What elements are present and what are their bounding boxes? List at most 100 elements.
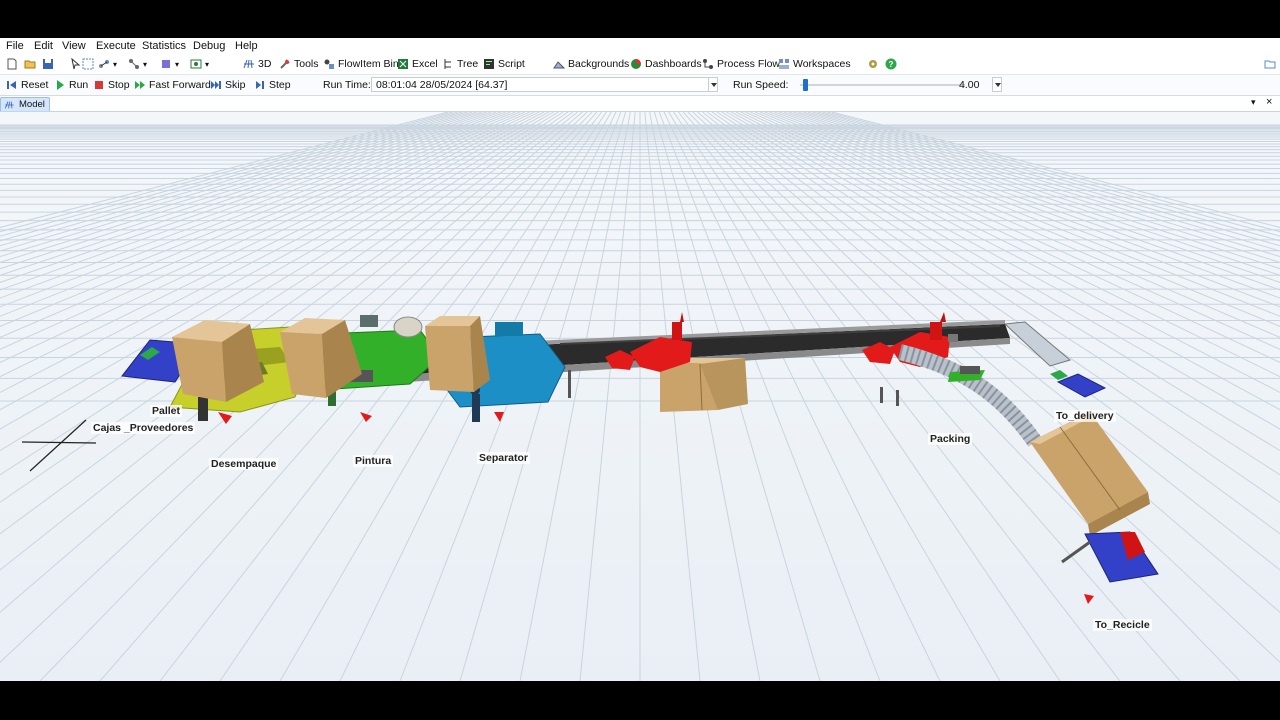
label-desempaque[interactable]: Desempaque xyxy=(209,458,279,470)
gear-icon xyxy=(869,60,877,68)
grid-3d-icon xyxy=(243,59,254,69)
box xyxy=(425,316,490,392)
excel-icon xyxy=(398,59,408,69)
backgrounds-button[interactable]: Backgrounds xyxy=(553,57,629,71)
tree-button[interactable]: Tree xyxy=(442,57,478,71)
layout-button[interactable] xyxy=(1264,57,1276,71)
dashboards-icon xyxy=(631,59,641,69)
menu-edit[interactable]: Edit xyxy=(34,40,53,52)
flowitem-bin-icon xyxy=(324,59,334,69)
flowitem-bin-button[interactable]: FlowItem Bin xyxy=(323,57,399,71)
menu-view[interactable]: View xyxy=(62,40,86,52)
label-to-recicle[interactable]: To_Recicle xyxy=(1093,619,1152,631)
excel-label: Excel xyxy=(412,58,438,70)
excel-button[interactable]: Excel xyxy=(397,57,438,71)
save-icon xyxy=(43,59,53,69)
tools-icon xyxy=(280,59,290,69)
chevron-down-icon: ▾ xyxy=(205,59,210,69)
svg-text:?: ? xyxy=(889,60,894,69)
script-label: Script xyxy=(498,58,525,70)
run-speed-slider-thumb[interactable] xyxy=(803,79,809,91)
process-flow-button[interactable]: Process Flow xyxy=(702,57,780,71)
3d-view-button[interactable]: 3D xyxy=(243,57,271,71)
model-3d-view[interactable]: Pallet Cajas _Proveedores Desempaque Pin… xyxy=(0,112,1280,681)
script-button[interactable]: Script xyxy=(483,57,525,71)
view-options-button[interactable]: ▾ xyxy=(190,57,209,71)
menu-debug[interactable]: Debug xyxy=(193,40,225,52)
network-button[interactable]: ▾ xyxy=(128,57,147,71)
model-scene xyxy=(0,112,1280,681)
skip-label: Skip xyxy=(225,79,246,91)
backgrounds-icon xyxy=(553,61,565,69)
tree-label: Tree xyxy=(457,58,479,70)
run-time-field[interactable]: 08:01:04 28/05/2024 [64.37] xyxy=(371,77,718,92)
tab-model[interactable]: Model xyxy=(0,97,50,111)
save-button[interactable] xyxy=(42,57,54,71)
run-button[interactable]: Run xyxy=(54,78,88,92)
reset-icon xyxy=(7,81,16,89)
chevron-down-icon: ▾ xyxy=(143,59,148,69)
play-icon xyxy=(57,80,64,90)
view-icon xyxy=(190,59,202,69)
label-packing[interactable]: Packing xyxy=(928,433,973,445)
app-window: File Edit View Execute Statistics Debug … xyxy=(0,38,1280,681)
run-time-label: Run Time: xyxy=(323,79,371,91)
connect-icon xyxy=(99,60,109,68)
label-to-delivery[interactable]: To_delivery xyxy=(1054,410,1116,422)
run-speed-slider-track[interactable] xyxy=(800,84,965,86)
run-speed-dropdown[interactable] xyxy=(992,77,1002,92)
stop-button[interactable]: Stop xyxy=(93,78,130,92)
close-icon[interactable]: × xyxy=(1266,96,1272,108)
open-button[interactable] xyxy=(24,57,36,71)
menu-execute[interactable]: Execute xyxy=(96,40,136,52)
menu-statistics[interactable]: Statistics xyxy=(142,40,186,52)
run-speed-value[interactable]: 4.00 xyxy=(959,78,979,92)
reset-label: Reset xyxy=(21,79,49,91)
label-pallet[interactable]: Pallet xyxy=(150,405,183,417)
fast-forward-icon xyxy=(135,81,145,89)
tools-button[interactable]: Tools xyxy=(279,57,319,71)
3d-label: 3D xyxy=(258,58,272,70)
workspaces-label: Workspaces xyxy=(793,58,851,70)
run-label: Run xyxy=(69,79,89,91)
select-box-icon xyxy=(82,58,94,70)
skip-icon xyxy=(211,81,221,89)
workspaces-button[interactable]: Workspaces xyxy=(778,57,851,71)
chevron-down-icon: ▾ xyxy=(113,59,118,69)
network-icon xyxy=(129,59,139,69)
main-toolbar: ▾ ▾ ▾ ▾ 3D Tools FlowItem Bin Excel Tree… xyxy=(0,54,1280,75)
shape-button[interactable]: ▾ xyxy=(160,57,179,71)
flowitem-bin-label: FlowItem Bin xyxy=(338,58,399,70)
label-pintura[interactable]: Pintura xyxy=(353,455,394,467)
reset-button[interactable]: Reset xyxy=(6,78,48,92)
stop-label: Stop xyxy=(108,79,130,91)
help-icon: ? xyxy=(885,58,897,70)
step-button[interactable]: Step xyxy=(254,78,291,92)
script-icon xyxy=(484,59,494,69)
tab-menu-icon[interactable]: ▾ xyxy=(1251,97,1256,108)
connect-objects-button[interactable]: ▾ xyxy=(98,57,117,71)
square-icon xyxy=(162,60,170,68)
document-tab-bar: Model ▾ × xyxy=(0,96,1280,112)
new-file-button[interactable] xyxy=(6,57,18,71)
label-separator[interactable]: Separator xyxy=(477,452,531,464)
fast-forward-button[interactable]: Fast Forward xyxy=(134,78,211,92)
menu-help[interactable]: Help xyxy=(235,40,258,52)
run-time-dropdown[interactable] xyxy=(708,77,718,92)
step-icon xyxy=(256,81,264,89)
pointer-icon xyxy=(71,58,81,70)
skip-button[interactable]: Skip xyxy=(210,78,245,92)
help-button[interactable]: ? xyxy=(885,57,897,71)
tab-model-label: Model xyxy=(19,99,45,110)
tree-icon xyxy=(444,59,451,69)
dashboards-button[interactable]: Dashboards xyxy=(630,57,702,71)
menu-file[interactable]: File xyxy=(6,40,24,52)
chevron-down-icon: ▾ xyxy=(175,59,180,69)
select-mode-button[interactable] xyxy=(70,57,82,71)
process-flow-icon xyxy=(703,59,713,69)
label-cajas-proveedores[interactable]: Cajas _Proveedores xyxy=(91,422,196,434)
settings-button[interactable] xyxy=(867,57,879,71)
multi-select-button[interactable] xyxy=(82,57,94,71)
new-file-icon xyxy=(7,58,17,70)
step-label: Step xyxy=(269,79,291,91)
